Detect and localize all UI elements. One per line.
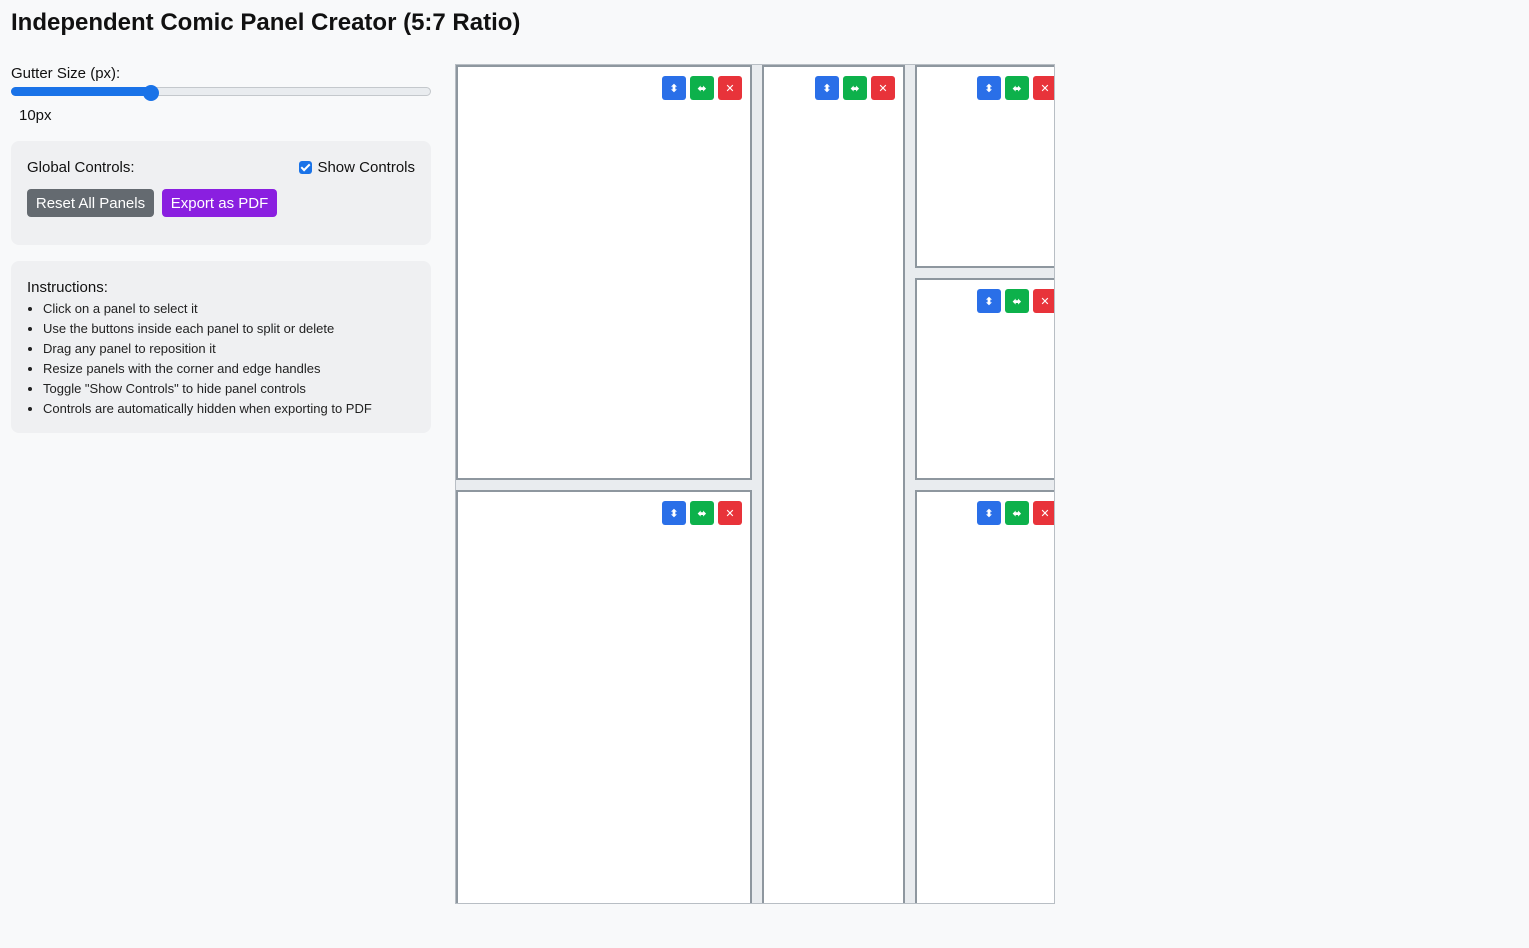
- instruction-item: Controls are automatically hidden when e…: [43, 400, 372, 420]
- page: Independent Comic Panel Creator (5:7 Rat…: [0, 0, 1529, 948]
- split-horizontal-button[interactable]: ⬌: [1005, 501, 1029, 525]
- page-title: Independent Comic Panel Creator (5:7 Rat…: [11, 9, 521, 36]
- split-horizontal-button[interactable]: ⬌: [843, 76, 867, 100]
- reset-all-panels-button[interactable]: Reset All Panels: [27, 189, 154, 217]
- gutter-size-slider[interactable]: [11, 85, 431, 101]
- instructions-list: Click on a panel to select it Use the bu…: [27, 300, 372, 420]
- delete-panel-button[interactable]: ✕: [718, 76, 742, 100]
- comic-panel-5[interactable]: ⬍ ⬌ ✕: [915, 278, 1054, 480]
- global-controls-label: Global Controls:: [27, 159, 135, 176]
- split-horizontal-button[interactable]: ⬌: [1005, 289, 1029, 313]
- split-horizontal-button[interactable]: ⬌: [690, 501, 714, 525]
- instruction-item: Resize panels with the corner and edge h…: [43, 360, 372, 380]
- split-horizontal-button[interactable]: ⬌: [690, 76, 714, 100]
- panel-controls: ⬍ ⬌ ✕: [977, 289, 1054, 313]
- panel-controls: ⬍ ⬌ ✕: [815, 76, 895, 100]
- global-controls-box: Global Controls: Show Controls Reset All…: [11, 141, 431, 245]
- comic-page-canvas[interactable]: ⬍ ⬌ ✕ ⬍ ⬌ ✕ ⬍ ⬌ ✕ ⬍ ⬌ ✕ ⬍ ⬌ ✕ ⬍ ⬌ ✕: [455, 64, 1055, 904]
- show-controls-toggle[interactable]: Show Controls: [299, 159, 415, 176]
- split-vertical-button[interactable]: ⬍: [662, 76, 686, 100]
- comic-panel-4[interactable]: ⬍ ⬌ ✕: [915, 65, 1054, 268]
- comic-panel-2[interactable]: ⬍ ⬌ ✕: [456, 490, 752, 903]
- slider-fill: [11, 87, 151, 96]
- split-vertical-button[interactable]: ⬍: [815, 76, 839, 100]
- comic-panel-3[interactable]: ⬍ ⬌ ✕: [762, 65, 905, 903]
- comic-panel-6[interactable]: ⬍ ⬌ ✕: [915, 490, 1054, 903]
- panel-controls: ⬍ ⬌ ✕: [662, 501, 742, 525]
- instruction-item: Use the buttons inside each panel to spl…: [43, 320, 372, 340]
- gutter-size-label: Gutter Size (px):: [11, 65, 121, 82]
- panel-controls: ⬍ ⬌ ✕: [662, 76, 742, 100]
- split-vertical-button[interactable]: ⬍: [977, 501, 1001, 525]
- panel-controls: ⬍ ⬌ ✕: [977, 76, 1054, 100]
- slider-thumb[interactable]: [142, 85, 159, 101]
- instructions-title: Instructions:: [27, 279, 108, 296]
- delete-panel-button[interactable]: ✕: [1033, 76, 1054, 100]
- comic-panel-1[interactable]: ⬍ ⬌ ✕: [456, 65, 752, 480]
- delete-panel-button[interactable]: ✕: [1033, 501, 1054, 525]
- split-vertical-button[interactable]: ⬍: [977, 289, 1001, 313]
- show-controls-checkbox[interactable]: [299, 161, 313, 174]
- instruction-item: Drag any panel to reposition it: [43, 340, 372, 360]
- panel-controls: ⬍ ⬌ ✕: [977, 501, 1054, 525]
- instructions-box: Instructions: Click on a panel to select…: [11, 261, 431, 433]
- show-controls-label: Show Controls: [317, 159, 415, 176]
- gutter-size-value: 10px: [19, 107, 52, 124]
- delete-panel-button[interactable]: ✕: [718, 501, 742, 525]
- instruction-item: Click on a panel to select it: [43, 300, 372, 320]
- instruction-item: Toggle "Show Controls" to hide panel con…: [43, 380, 372, 400]
- split-vertical-button[interactable]: ⬍: [662, 501, 686, 525]
- split-horizontal-button[interactable]: ⬌: [1005, 76, 1029, 100]
- delete-panel-button[interactable]: ✕: [871, 76, 895, 100]
- export-pdf-button[interactable]: Export as PDF: [162, 189, 277, 217]
- split-vertical-button[interactable]: ⬍: [977, 76, 1001, 100]
- delete-panel-button[interactable]: ✕: [1033, 289, 1054, 313]
